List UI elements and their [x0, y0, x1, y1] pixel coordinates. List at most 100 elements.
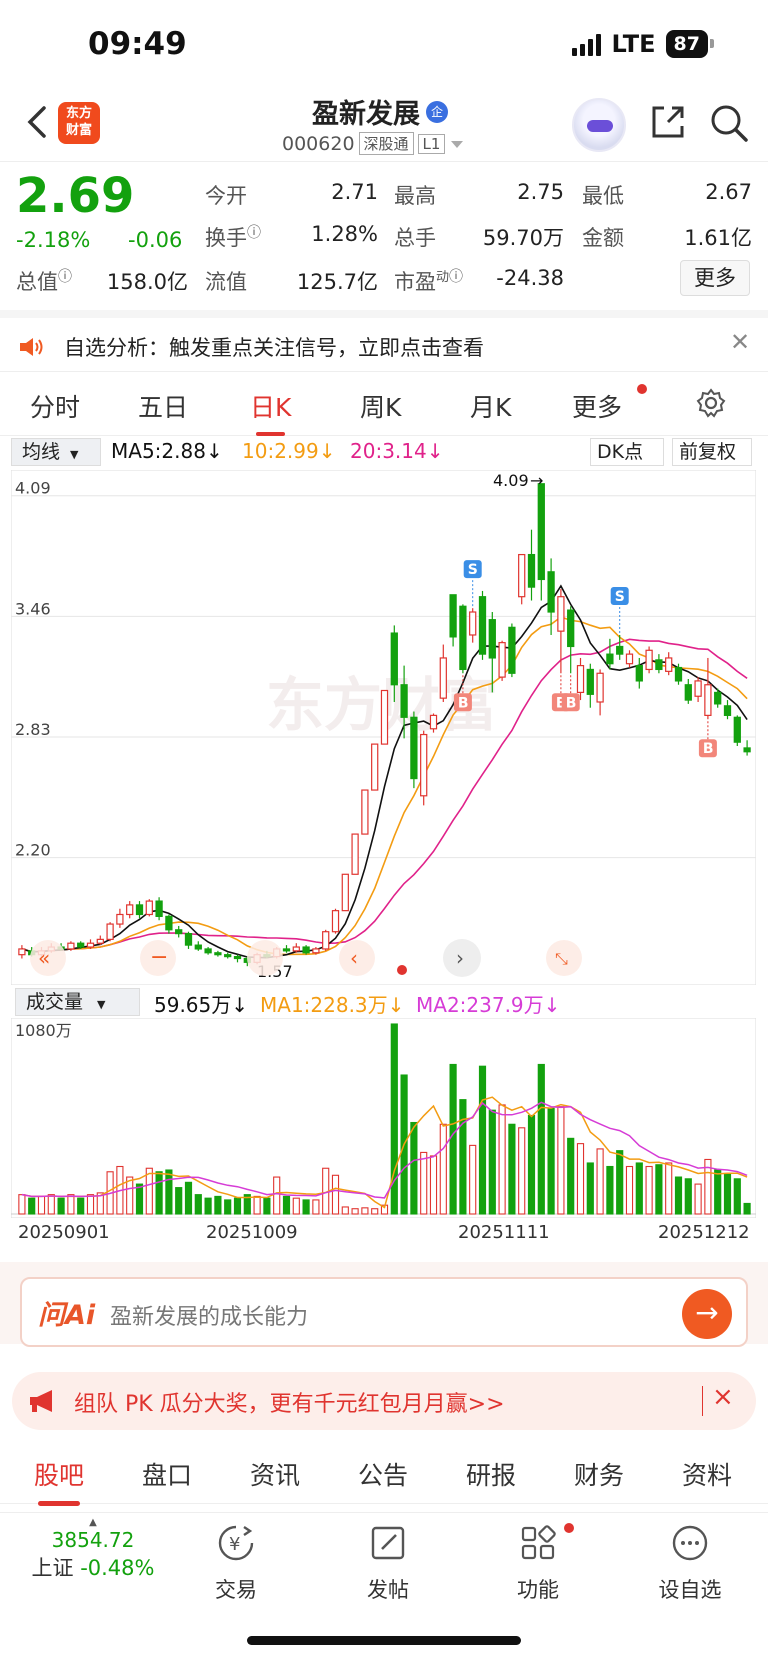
tab-news[interactable]: 资讯	[250, 1456, 300, 1492]
tab-announcements[interactable]: 公告	[358, 1456, 408, 1492]
function-button[interactable]: 功能	[488, 1523, 588, 1604]
stock-code-row[interactable]: 000620 深股通 L1	[282, 132, 465, 155]
candle-body	[194, 944, 202, 950]
candle-body	[351, 833, 359, 875]
volume-bar	[165, 1169, 173, 1215]
tab-research[interactable]: 研报	[466, 1456, 516, 1492]
candle-body	[312, 948, 320, 954]
volume-chart[interactable]: 1080万	[11, 1018, 756, 1218]
volume-bar	[184, 1181, 193, 1215]
adjust-button[interactable]: 前复权	[672, 438, 752, 466]
tab-pankou[interactable]: 盘口	[142, 1456, 192, 1492]
ask-ai-input[interactable]: 问Ai 盈新发展的成长能力 →	[20, 1277, 748, 1347]
ask-ai-submit-button[interactable]: →	[682, 1289, 732, 1339]
back-button[interactable]	[22, 102, 58, 146]
candle-body	[145, 900, 153, 916]
search-button[interactable]	[708, 102, 750, 148]
candlestick-chart[interactable]: 东方财富 SSBBBB 4.093.462.832.20 4.09 → 1.57…	[11, 470, 756, 985]
candle	[733, 715, 741, 747]
signal-label: B	[566, 695, 577, 711]
volume-bar	[302, 1199, 310, 1215]
y-tick-label: 3.46	[15, 599, 51, 618]
search-icon	[711, 105, 748, 142]
post-button[interactable]: 发帖	[338, 1523, 438, 1604]
candle-body	[175, 929, 183, 935]
pe-label[interactable]: 市盈动ⓘ	[394, 266, 463, 296]
promo-close-button[interactable]: ×	[712, 1382, 734, 1412]
dk-point-button[interactable]: DK点	[590, 438, 664, 466]
mktcap-label[interactable]: 总值ⓘ	[16, 266, 72, 296]
index-value: 3854.72	[51, 1528, 135, 1552]
volume-bar	[439, 1123, 447, 1215]
tab-five-day[interactable]: 五日	[138, 388, 188, 424]
candle-body	[704, 684, 712, 716]
candle-body	[694, 680, 702, 697]
ma-selector[interactable]: 均线 ▼	[11, 438, 101, 466]
speaker-icon	[20, 338, 43, 356]
analysis-banner[interactable]: 自选分析：触发重点关注信号，立即点击查看 ✕	[0, 310, 768, 372]
chart-tabs: 分时 五日 日K 周K 月K 更多	[0, 378, 768, 436]
index-ticker[interactable]: ▲ 3854.72 上证 -0.48%	[18, 1517, 168, 1582]
down-arrow-icon: ↓	[205, 439, 223, 463]
candle-body	[390, 632, 398, 686]
vol-ma2: MA2:237.9万↓	[416, 989, 560, 1018]
candle-body	[655, 659, 663, 671]
stock-title[interactable]: 盈新发展 企	[312, 92, 448, 131]
tab-daily-k[interactable]: 日K	[250, 388, 291, 436]
volume-bar	[498, 1104, 506, 1215]
app-logo[interactable]: 东方财富	[58, 102, 100, 144]
max-price-annotation: 4.09	[493, 471, 529, 490]
candle	[508, 623, 516, 678]
candle	[155, 897, 163, 921]
volume-bar	[527, 1114, 536, 1215]
ask-ai-placeholder: 盈新发展的成长能力	[110, 1305, 309, 1330]
volume-bar	[635, 1162, 643, 1215]
volume-bar	[194, 1194, 202, 1215]
volume-bar	[420, 1151, 428, 1215]
ma5-value: MA5:2.88↓	[111, 439, 223, 463]
chart-settings-button[interactable]	[696, 388, 726, 422]
promo-banner[interactable]: 组队 PK 瓜分大奖，更有千元红包月月赢>> ×	[12, 1372, 756, 1430]
candle-body	[18, 948, 26, 956]
tab-finance[interactable]: 财务	[574, 1456, 624, 1492]
volume-bar	[331, 1174, 340, 1215]
tab-weekly-k[interactable]: 周K	[360, 388, 401, 424]
volume-bar	[253, 1195, 261, 1215]
change-percent: -2.18%	[16, 228, 91, 252]
candle-body	[429, 714, 438, 730]
share-button[interactable]	[648, 102, 688, 146]
index-name: 上证	[31, 1556, 74, 1580]
volume-selector[interactable]: 成交量 ▼	[15, 988, 140, 1016]
banner-close-button[interactable]: ✕	[730, 328, 750, 356]
battery-icon: 87	[665, 30, 715, 58]
candle	[351, 833, 359, 875]
tab-guba[interactable]: 股吧	[34, 1456, 84, 1506]
add-watchlist-button[interactable]: 设自选	[640, 1523, 740, 1604]
volume-bar	[576, 1143, 585, 1215]
tab-profile[interactable]: 资料	[682, 1456, 732, 1492]
down-arrow-icon: ↓	[318, 439, 336, 463]
x-label-1: 20251009	[206, 1222, 298, 1243]
volume-bar	[86, 1194, 95, 1215]
amount-value: 1.61亿	[684, 226, 752, 250]
index-row: 上证 -0.48%	[18, 1552, 168, 1582]
network-label: LTE	[611, 30, 656, 58]
turnover-label[interactable]: 换手ⓘ	[205, 222, 261, 252]
minus-icon: −	[150, 945, 168, 970]
candle-body	[116, 913, 124, 925]
tab-intraday[interactable]: 分时	[30, 388, 80, 424]
volume-max-label: 1080万	[15, 1021, 72, 1040]
pe-label-text: 市盈	[394, 270, 436, 294]
candle-body	[567, 609, 575, 648]
pe-value: -24.38	[496, 266, 564, 290]
candle-body	[67, 942, 75, 950]
tab-more[interactable]: 更多	[572, 388, 622, 424]
trade-button[interactable]: ¥ 交易	[186, 1523, 286, 1604]
candle-body	[714, 691, 722, 705]
volume-bar	[273, 1176, 281, 1215]
robot-assistant-avatar[interactable]	[572, 98, 626, 152]
more-button[interactable]: 更多	[680, 260, 750, 296]
tab-monthly-k[interactable]: 月K	[470, 388, 511, 424]
candle-body	[665, 657, 673, 672]
candle	[410, 711, 418, 789]
